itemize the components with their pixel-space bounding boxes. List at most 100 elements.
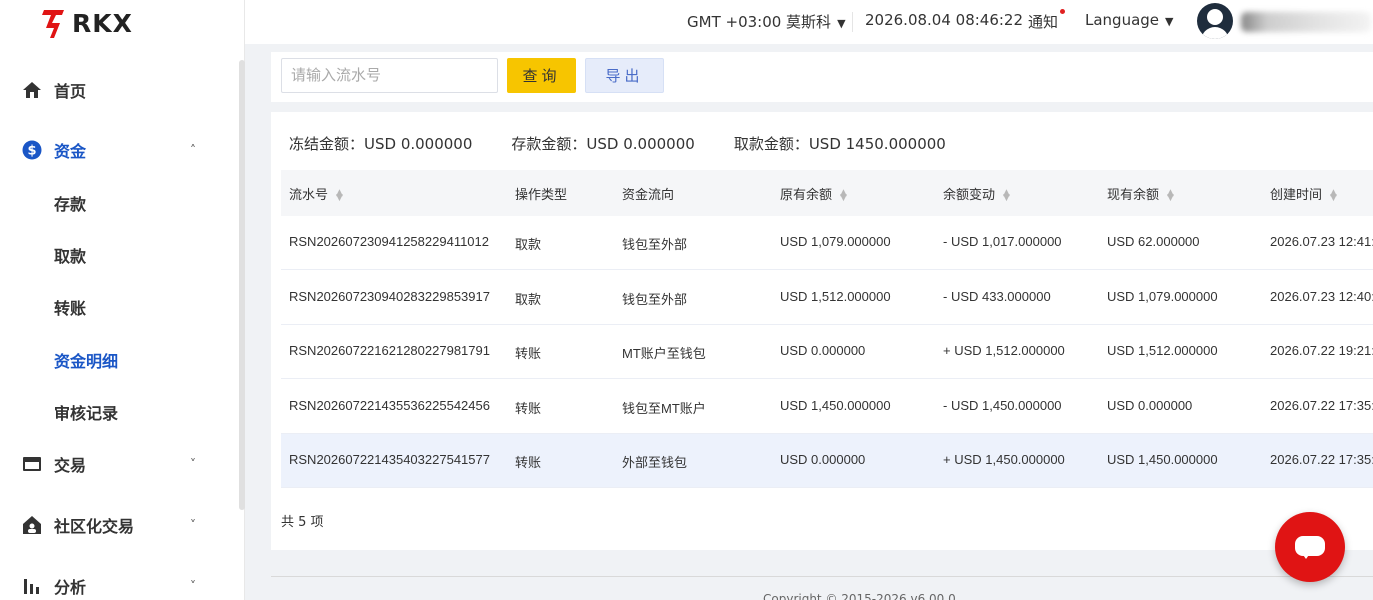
caret-down-icon: ▼ — [1165, 15, 1174, 28]
home-icon — [22, 80, 42, 100]
previous-balance-cell: USD 1,079.000000 — [780, 234, 891, 249]
svg-text:$: $ — [27, 144, 36, 159]
current-balance-cell: USD 0.000000 — [1107, 398, 1193, 413]
fund-flow-cell: 钱包至MT账户 — [622, 401, 706, 416]
notification-dot — [1060, 9, 1065, 14]
sidebar-item-funds[interactable]: $ 资金 ˄ — [0, 124, 238, 176]
serial-number-cell: RSN202607221621280227981791 — [289, 343, 490, 358]
sidebar-item-label: 资金明细 — [54, 352, 119, 371]
card-icon — [22, 454, 42, 474]
brand-logo[interactable]: RKX — [42, 6, 133, 40]
footer-copyright: Copyright © 2015-2026 v6.00.0 — [763, 592, 956, 600]
previous-balance-cell: USD 1,512.000000 — [780, 289, 891, 304]
withdraw-amount: 取款金额：USD 1450.000000 — [733, 135, 946, 153]
operation-type-cell: 取款 — [515, 237, 542, 252]
operation-type-cell: 转账 — [515, 346, 542, 361]
frozen-amount: 冻结金额：USD 0.000000 — [289, 135, 473, 153]
sidebar-item-social-trading[interactable]: 社区化交易 ˅ — [0, 499, 238, 551]
sort-icon[interactable]: ▲ ▼ — [1167, 188, 1174, 202]
fund-summary: 冻结金额：USD 0.000000 存款金额：USD 0.000000 取款金额… — [289, 133, 985, 154]
timezone-label: GMT +03:00 莫斯科 — [687, 13, 832, 31]
footer-divider — [271, 576, 1373, 577]
notification-link[interactable]: 通知 — [1028, 11, 1058, 32]
bar-chart-icon — [22, 576, 42, 596]
sidebar-item-label: 分析 — [54, 578, 87, 597]
rkx-logo-icon — [42, 10, 64, 38]
table-header-row: 流水号 ▲ ▼ 操作类型 资金流向 原有余额 ▲ ▼ 余额变动 ▲ ▼ 现有余额 ▲ ▼ 创建时… — [281, 170, 1373, 216]
query-button[interactable]: 查询 — [507, 58, 576, 93]
sidebar-item-label: 首页 — [54, 82, 87, 101]
fund-flow-cell: 钱包至外部 — [622, 237, 688, 252]
serial-number-cell: RSN202607221435403227541577 — [289, 452, 490, 467]
table-row[interactable]: RSN202607221435403227541577 转账 外部至钱包 USD… — [281, 434, 1373, 488]
sidebar-item-label: 存款 — [54, 195, 87, 214]
column-header-fund-flow: 资金流向 — [622, 188, 675, 203]
deposit-amount: 存款金额：USD 0.000000 — [511, 135, 695, 153]
serial-number-cell: RSN202607230941258229411012 — [289, 234, 490, 249]
operation-type-cell: 取款 — [515, 292, 542, 307]
column-header-current-balance[interactable]: 现有余额 ▲ ▼ — [1107, 184, 1174, 203]
sidebar-item-home[interactable]: 首页 — [0, 64, 238, 116]
current-balance-cell: USD 1,079.000000 — [1107, 289, 1218, 304]
sidebar-item-label: 审核记录 — [54, 404, 119, 423]
sort-icon[interactable]: ▲ ▼ — [336, 188, 343, 202]
balance-change-cell: - USD 1,450.000000 — [943, 398, 1062, 413]
sidebar-item-trading[interactable]: 交易 ˅ — [0, 438, 238, 490]
timezone-select[interactable]: GMT +03:00 莫斯科 ▼ — [687, 11, 846, 32]
sidebar-item-fund-details[interactable]: 资金明细 — [0, 334, 238, 386]
current-balance-cell: USD 1,512.000000 — [1107, 343, 1218, 358]
community-icon — [22, 515, 42, 535]
sidebar-item-review-records[interactable]: 审核记录 — [0, 386, 238, 438]
balance-change-cell: - USD 1,017.000000 — [943, 234, 1062, 249]
caret-down-icon: ▼ — [837, 17, 846, 30]
brand-name: RKX — [72, 8, 133, 38]
balance-change-cell: - USD 433.000000 — [943, 289, 1051, 304]
sidebar: RKX 首页 $ 资金 ˄ 存款 取款 转账 资金明细 审核记录 交易 ˅ 社区… — [0, 0, 245, 600]
column-header-operation-type: 操作类型 — [515, 188, 568, 203]
sidebar-scrollbar[interactable] — [239, 60, 245, 510]
sidebar-item-analysis[interactable]: 分析 ˅ — [0, 560, 238, 600]
sort-icon[interactable]: ▲ ▼ — [1330, 188, 1337, 202]
previous-balance-cell: USD 0.000000 — [780, 452, 866, 467]
created-time-cell: 2026.07.23 12:41: — [1270, 234, 1373, 249]
balance-change-cell: + USD 1,512.000000 — [943, 343, 1065, 358]
column-header-created-time[interactable]: 创建时间 ▲ ▼ — [1270, 184, 1337, 203]
column-header-previous-balance[interactable]: 原有余额 ▲ ▼ — [780, 184, 847, 203]
serial-number-search-input[interactable] — [281, 58, 498, 93]
chevron-down-icon: ˅ — [190, 457, 196, 471]
dollar-icon: $ — [22, 140, 42, 160]
sort-icon[interactable]: ▲ ▼ — [1003, 188, 1010, 202]
previous-balance-cell: USD 0.000000 — [780, 343, 866, 358]
chevron-up-icon: ˄ — [190, 143, 196, 157]
language-select[interactable]: Language ▼ — [1085, 11, 1174, 29]
sidebar-item-transfer[interactable]: 转账 — [0, 281, 238, 333]
username-redacted[interactable] — [1241, 12, 1371, 32]
sort-icon[interactable]: ▲ ▼ — [840, 188, 847, 202]
language-label: Language — [1085, 11, 1160, 29]
table-row[interactable]: RSN202607230940283229853917 取款 钱包至外部 USD… — [281, 271, 1373, 325]
avatar[interactable] — [1197, 3, 1233, 39]
chat-support-button[interactable] — [1275, 512, 1345, 582]
sidebar-item-label: 社区化交易 — [54, 517, 135, 536]
sidebar-item-withdraw[interactable]: 取款 — [0, 229, 238, 281]
current-balance-cell: USD 1,450.000000 — [1107, 452, 1218, 467]
previous-balance-cell: USD 1,450.000000 — [780, 398, 891, 413]
created-time-cell: 2026.07.22 17:35: — [1270, 398, 1373, 413]
sidebar-item-label: 资金 — [54, 142, 87, 161]
export-button[interactable]: 导出 — [585, 58, 664, 93]
table-row[interactable]: RSN202607221435536225542456 转账 钱包至MT账户 U… — [281, 380, 1373, 434]
column-header-balance-change[interactable]: 余额变动 ▲ ▼ — [943, 184, 1010, 203]
chevron-down-icon: ˅ — [190, 579, 196, 593]
fund-flow-cell: 钱包至外部 — [622, 292, 688, 307]
serial-number-cell: RSN202607221435536225542456 — [289, 398, 490, 413]
table-row[interactable]: RSN202607230941258229411012 取款 钱包至外部 USD… — [281, 216, 1373, 270]
operation-type-cell: 转账 — [515, 455, 542, 470]
created-time-cell: 2026.07.22 19:21: — [1270, 343, 1373, 358]
header-divider — [852, 12, 853, 32]
table-row[interactable]: RSN202607221621280227981791 转账 MT账户至钱包 U… — [281, 325, 1373, 379]
search-card: 查询 导出 — [271, 52, 1373, 102]
balance-change-cell: + USD 1,450.000000 — [943, 452, 1065, 467]
current-datetime: 2026.08.04 08:46:22 — [865, 11, 1024, 29]
sidebar-item-deposit[interactable]: 存款 — [0, 177, 238, 229]
column-header-serial[interactable]: 流水号 ▲ ▼ — [289, 184, 343, 203]
